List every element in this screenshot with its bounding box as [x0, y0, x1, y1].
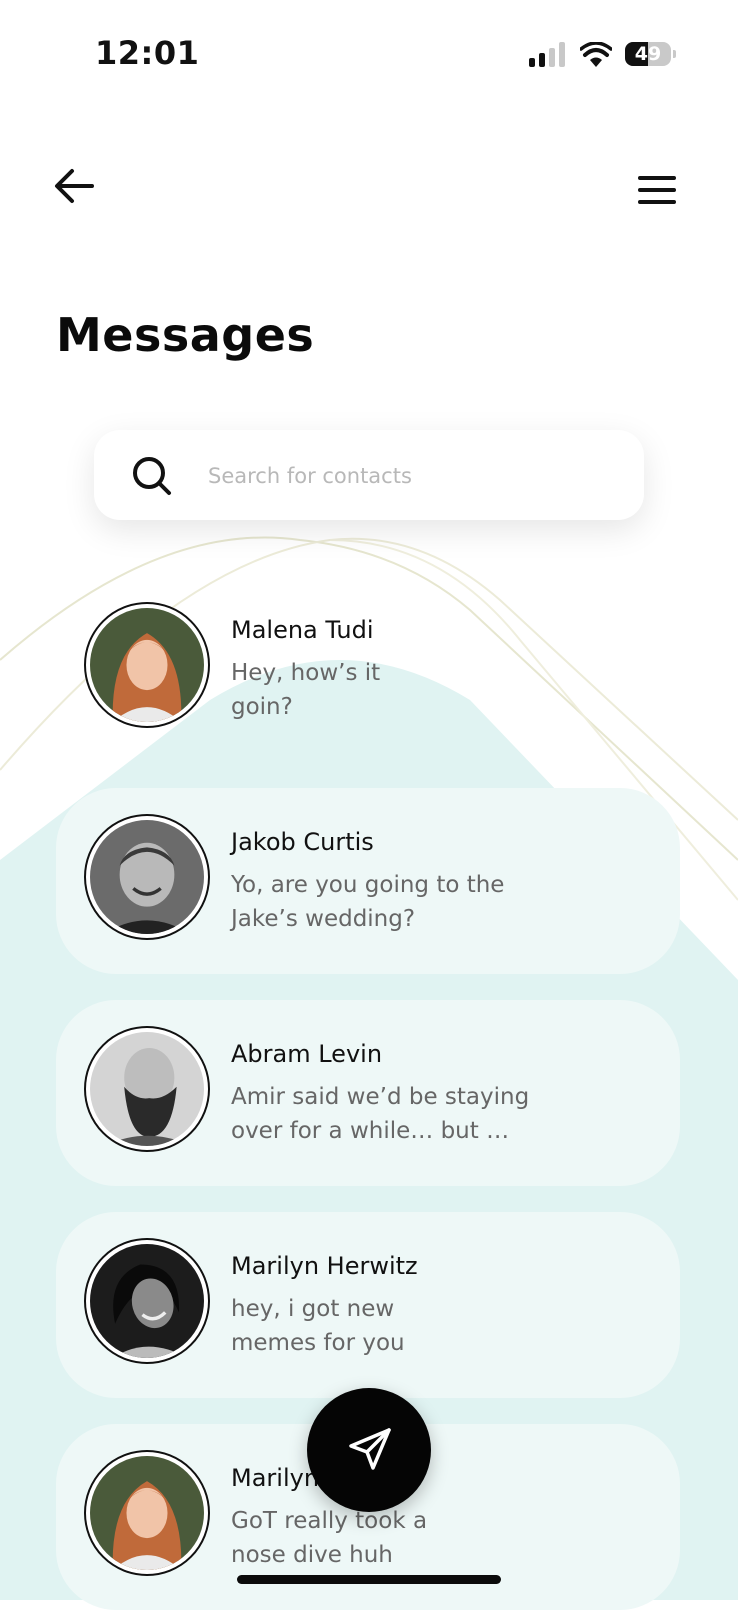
search-input[interactable] [206, 450, 610, 502]
home-indicator[interactable] [237, 1575, 501, 1584]
contact-name: Jakob Curtis [231, 828, 374, 856]
search-bar[interactable] [94, 430, 644, 520]
message-preview: Hey, how’s it goin? [231, 660, 381, 720]
message-preview: GoT really took a nose dive huh [231, 1508, 428, 1568]
contact-name: Abram Levin [231, 1040, 383, 1068]
avatar [84, 1450, 210, 1576]
search-icon [133, 457, 171, 495]
conversation-list: Malena Tudi Hey, how’s it goin? Jakob Cu… [0, 0, 738, 1610]
avatar-photo-bearded-man [90, 1032, 204, 1146]
avatar [84, 1026, 210, 1152]
send-icon [349, 1428, 391, 1470]
message-preview: Amir said we’d be staying over for a whi… [231, 1084, 530, 1144]
avatar [84, 814, 210, 940]
message-preview: hey, i got new memes for you [231, 1296, 405, 1356]
conversation-item[interactable]: Malena Tudi Hey, how’s it goin? [56, 576, 680, 762]
avatar [84, 602, 210, 728]
conversation-item[interactable]: Marilyn Herwitz hey, i got new memes for… [56, 1212, 680, 1398]
contact-name: Marilyn Herwitz [231, 1252, 418, 1280]
contact-name: Malena Tudi [231, 616, 374, 644]
avatar [84, 1238, 210, 1364]
avatar-photo-woman-red-hair [90, 608, 204, 722]
avatar-photo-woman-laughing [90, 1244, 204, 1358]
compose-button[interactable] [307, 1388, 431, 1512]
message-preview: Yo, are you going to the Jake’s wedding? [231, 872, 505, 932]
conversation-item[interactable]: Jakob Curtis Yo, are you going to the Ja… [56, 788, 680, 974]
avatar-photo-woman-red-hair [90, 1456, 204, 1570]
conversation-item[interactable]: Abram Levin Amir said we’d be staying ov… [56, 1000, 680, 1186]
avatar-photo-man-smiling [90, 820, 204, 934]
